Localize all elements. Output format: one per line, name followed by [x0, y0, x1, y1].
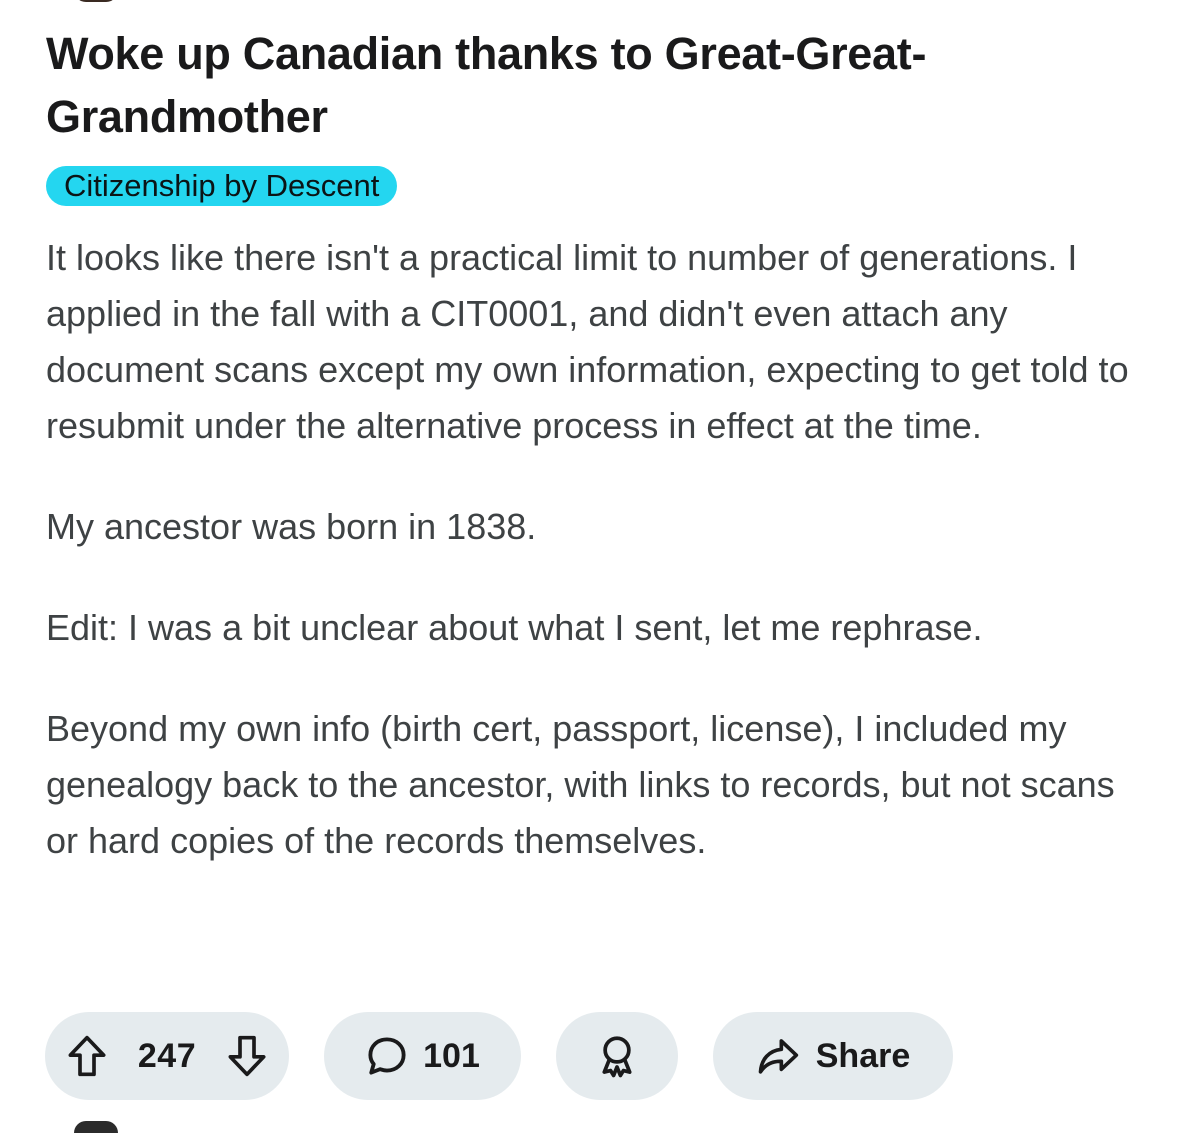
post-paragraph: Edit: I was a bit unclear about what I s… — [46, 607, 983, 648]
post-title[interactable]: Woke up Canadian thanks to Great-Great-G… — [46, 22, 1156, 148]
post-paragraph: It looks like there isn't a practical li… — [46, 237, 1129, 446]
share-button[interactable]: Share — [713, 1012, 953, 1100]
share-label: Share — [815, 1036, 911, 1075]
arrow-down-icon — [228, 1035, 266, 1077]
award-button[interactable] — [556, 1012, 678, 1100]
post-paragraph: My ancestor was born in 1838. — [46, 506, 537, 547]
post-paragraph: Beyond my own info (birth cert, passport… — [46, 708, 1115, 861]
comments-button[interactable]: 101 — [324, 1012, 521, 1100]
author-avatar[interactable] — [74, 0, 118, 2]
post-action-bar: 247 101 Share — [45, 1012, 953, 1100]
post: Woke up Canadian thanks to Great-Great-G… — [46, 22, 1156, 869]
upvote-button[interactable] — [67, 1034, 107, 1078]
comment-count: 101 — [423, 1036, 480, 1075]
post-flair[interactable]: Citizenship by Descent — [46, 166, 398, 206]
next-item-avatar[interactable] — [74, 1121, 118, 1133]
award-ribbon-icon — [602, 1036, 632, 1078]
share-arrow-icon — [758, 1039, 798, 1074]
vote-pill: 247 — [45, 1012, 289, 1100]
downvote-button[interactable] — [227, 1034, 267, 1078]
post-body: It looks like there isn't a practical li… — [46, 230, 1156, 869]
speech-bubble-icon — [368, 1037, 406, 1075]
vote-count: 247 — [137, 1036, 197, 1075]
arrow-up-icon — [68, 1035, 106, 1077]
